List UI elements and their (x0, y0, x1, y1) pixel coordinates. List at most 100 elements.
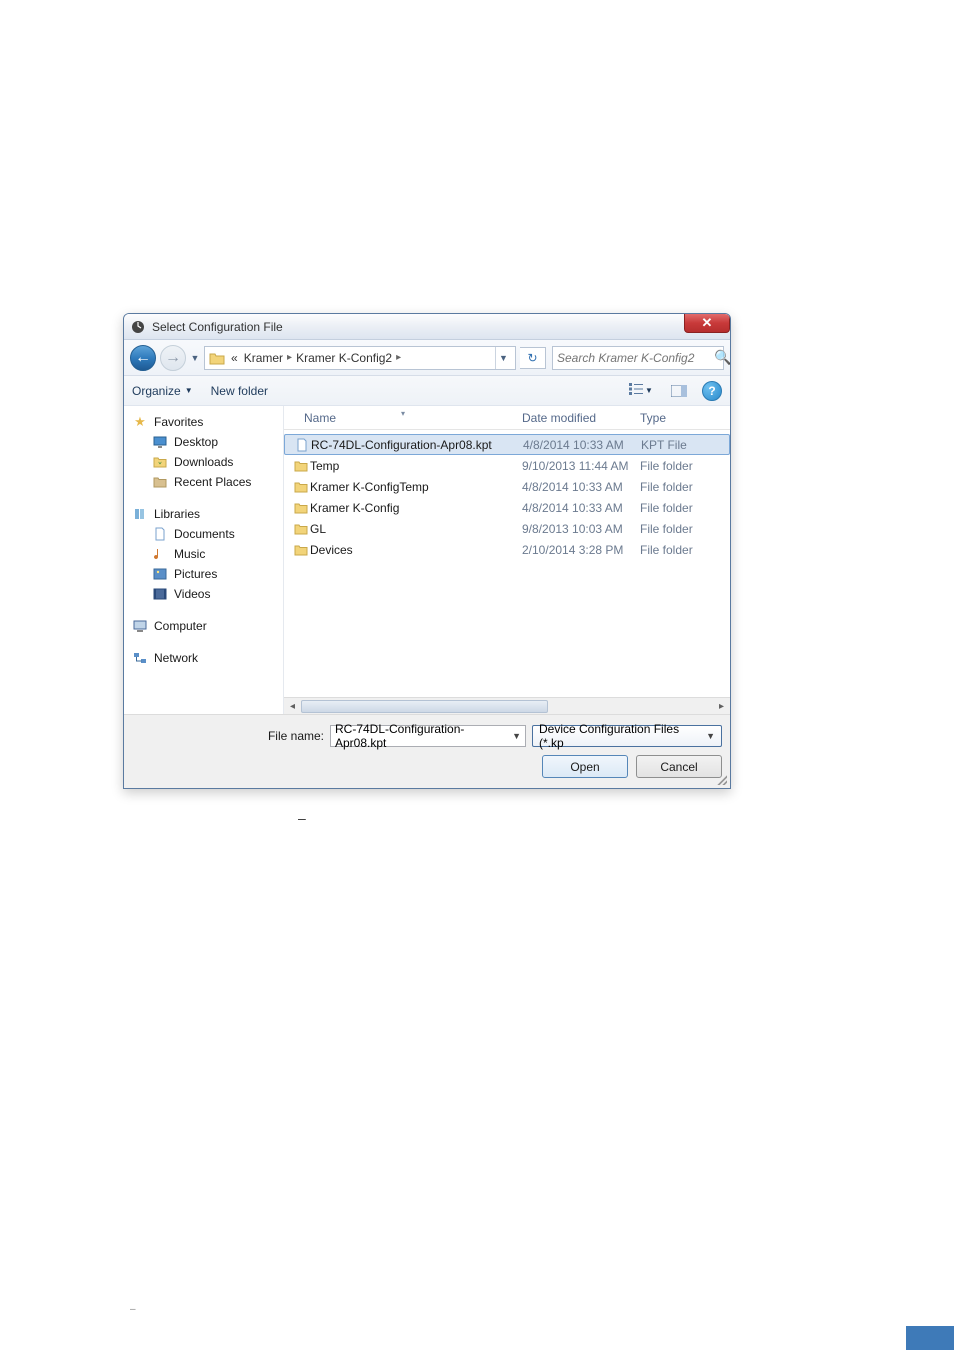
app-icon (130, 319, 146, 335)
scroll-track[interactable] (301, 698, 713, 715)
refresh-button[interactable]: ↻ (520, 347, 546, 369)
computer-icon (132, 618, 148, 634)
file-date: 9/10/2013 11:44 AM (522, 459, 640, 473)
music-icon (152, 546, 168, 562)
file-type: File folder (640, 480, 693, 494)
open-button[interactable]: Open (542, 755, 628, 778)
file-type-filter[interactable]: Device Configuration Files (*.kp ▼ (532, 725, 722, 747)
filename-label: File name: (268, 729, 324, 743)
nav-label: Documents (174, 527, 235, 541)
column-header-date[interactable]: Date modified (522, 411, 640, 425)
nav-favorites-header[interactable]: ★ Favorites (128, 412, 279, 432)
forward-button[interactable]: → (160, 345, 186, 371)
folder-icon (292, 544, 310, 556)
breadcrumb-item[interactable]: Kramer K-Config2 (294, 351, 394, 365)
new-folder-label: New folder (211, 384, 268, 398)
list-header: ▾ Name Date modified Type (284, 406, 730, 430)
column-label: Type (640, 411, 666, 425)
file-type: KPT File (641, 438, 687, 452)
file-row[interactable]: Kramer K-ConfigTemp4/8/2014 10:33 AMFile… (284, 476, 730, 497)
file-row[interactable]: Temp9/10/2013 11:44 AMFile folder (284, 455, 730, 476)
documents-icon (152, 526, 168, 542)
cancel-button[interactable]: Cancel (636, 755, 722, 778)
search-box[interactable]: 🔍 (552, 346, 724, 370)
arrow-right-icon: → (165, 349, 181, 367)
address-dropdown[interactable]: ▼ (495, 347, 511, 369)
nav-item-desktop[interactable]: Desktop (128, 432, 279, 452)
preview-pane-button[interactable] (664, 380, 694, 402)
doc-mark: – (130, 1304, 136, 1315)
chevron-down-icon: ▼ (706, 731, 715, 741)
navigation-pane: ★ Favorites Desktop Downloads Recent Pla… (124, 406, 284, 714)
breadcrumb-prefix[interactable]: « (229, 351, 240, 365)
resize-grip-icon[interactable] (715, 773, 727, 785)
history-dropdown[interactable]: ▼ (190, 353, 200, 363)
column-header-name[interactable]: ▾ Name (284, 411, 522, 425)
caption-dash: – (298, 810, 306, 826)
address-bar[interactable]: « Kramer ▸ Kramer K-Config2 ▸ ▼ (204, 346, 516, 370)
breadcrumb: « Kramer ▸ Kramer K-Config2 ▸ (229, 351, 401, 365)
file-name: Temp (310, 459, 522, 473)
file-name: Kramer K-Config (310, 501, 522, 515)
chevron-right-icon: ▸ (287, 352, 292, 363)
file-list-body: RC-74DL-Configuration-Apr08.kpt 4/8/2014 … (284, 430, 730, 560)
organize-label: Organize (132, 384, 181, 398)
file-row[interactable]: Devices2/10/2014 3:28 PMFile folder (284, 539, 730, 560)
desktop-icon (152, 434, 168, 450)
bottom-panel: File name: RC-74DL-Configuration-Apr08.k… (124, 714, 730, 788)
nav-item-pictures[interactable]: Pictures (128, 564, 279, 584)
file-type: File folder (640, 459, 693, 473)
file-type: File folder (640, 522, 693, 536)
nav-label: Downloads (174, 455, 233, 469)
nav-item-documents[interactable]: Documents (128, 524, 279, 544)
file-list: ▾ Name Date modified Type RC-74DL-Config… (284, 406, 730, 714)
back-button[interactable]: ← (130, 345, 156, 371)
pictures-icon (152, 566, 168, 582)
nav-label: Desktop (174, 435, 218, 449)
file-date: 4/8/2014 10:33 AM (522, 480, 640, 494)
scroll-left-icon[interactable]: ◂ (284, 698, 301, 715)
file-icon (293, 438, 311, 452)
nav-libraries-header[interactable]: Libraries (128, 504, 279, 524)
nav-label: Music (174, 547, 205, 561)
nav-item-downloads[interactable]: Downloads (128, 452, 279, 472)
help-button[interactable]: ? (702, 381, 722, 401)
filename-combobox[interactable]: RC-74DL-Configuration-Apr08.kpt ▼ (330, 725, 526, 747)
file-row[interactable]: RC-74DL-Configuration-Apr08.kpt4/8/2014 … (284, 434, 730, 455)
nav-item-music[interactable]: Music (128, 544, 279, 564)
search-input[interactable] (557, 351, 714, 365)
file-date: 9/8/2013 10:03 AM (522, 522, 640, 536)
column-header-type[interactable]: Type (640, 411, 730, 425)
file-name: Kramer K-ConfigTemp (310, 480, 522, 494)
search-icon: 🔍 (714, 349, 731, 366)
scroll-thumb[interactable] (301, 700, 548, 713)
toolbar: Organize ▼ New folder ▼ ? (124, 376, 730, 406)
file-dialog: Select Configuration File ✕ ← → ▼ « Kram… (123, 313, 731, 789)
file-type: File folder (640, 501, 693, 515)
arrow-left-icon: ← (135, 349, 151, 367)
scroll-right-icon[interactable]: ▸ (713, 698, 730, 715)
view-button[interactable]: ▼ (626, 380, 656, 402)
nav-item-network[interactable]: Network (128, 648, 279, 668)
folder-icon (292, 523, 310, 535)
horizontal-scrollbar[interactable]: ◂ ▸ (284, 697, 730, 714)
file-type: File folder (640, 543, 693, 557)
page-footer-rect (906, 1326, 954, 1350)
file-row[interactable]: GL9/8/2013 10:03 AMFile folder (284, 518, 730, 539)
breadcrumb-item[interactable]: Kramer (242, 351, 285, 365)
close-button[interactable]: ✕ (684, 313, 730, 333)
nav-label: Favorites (154, 415, 203, 429)
folder-icon (209, 350, 225, 366)
downloads-icon (152, 454, 168, 470)
content-area: ★ Favorites Desktop Downloads Recent Pla… (124, 406, 730, 714)
file-row[interactable]: Kramer K-Config4/8/2014 10:33 AMFile fol… (284, 497, 730, 518)
title-bar: Select Configuration File ✕ (124, 314, 730, 340)
nav-item-computer[interactable]: Computer (128, 616, 279, 636)
organize-button[interactable]: Organize ▼ (132, 384, 193, 398)
videos-icon (152, 586, 168, 602)
file-name: RC-74DL-Configuration-Apr08.kpt (311, 438, 523, 452)
nav-item-videos[interactable]: Videos (128, 584, 279, 604)
new-folder-button[interactable]: New folder (211, 384, 268, 398)
nav-item-recent-places[interactable]: Recent Places (128, 472, 279, 492)
nav-label: Network (154, 651, 198, 665)
